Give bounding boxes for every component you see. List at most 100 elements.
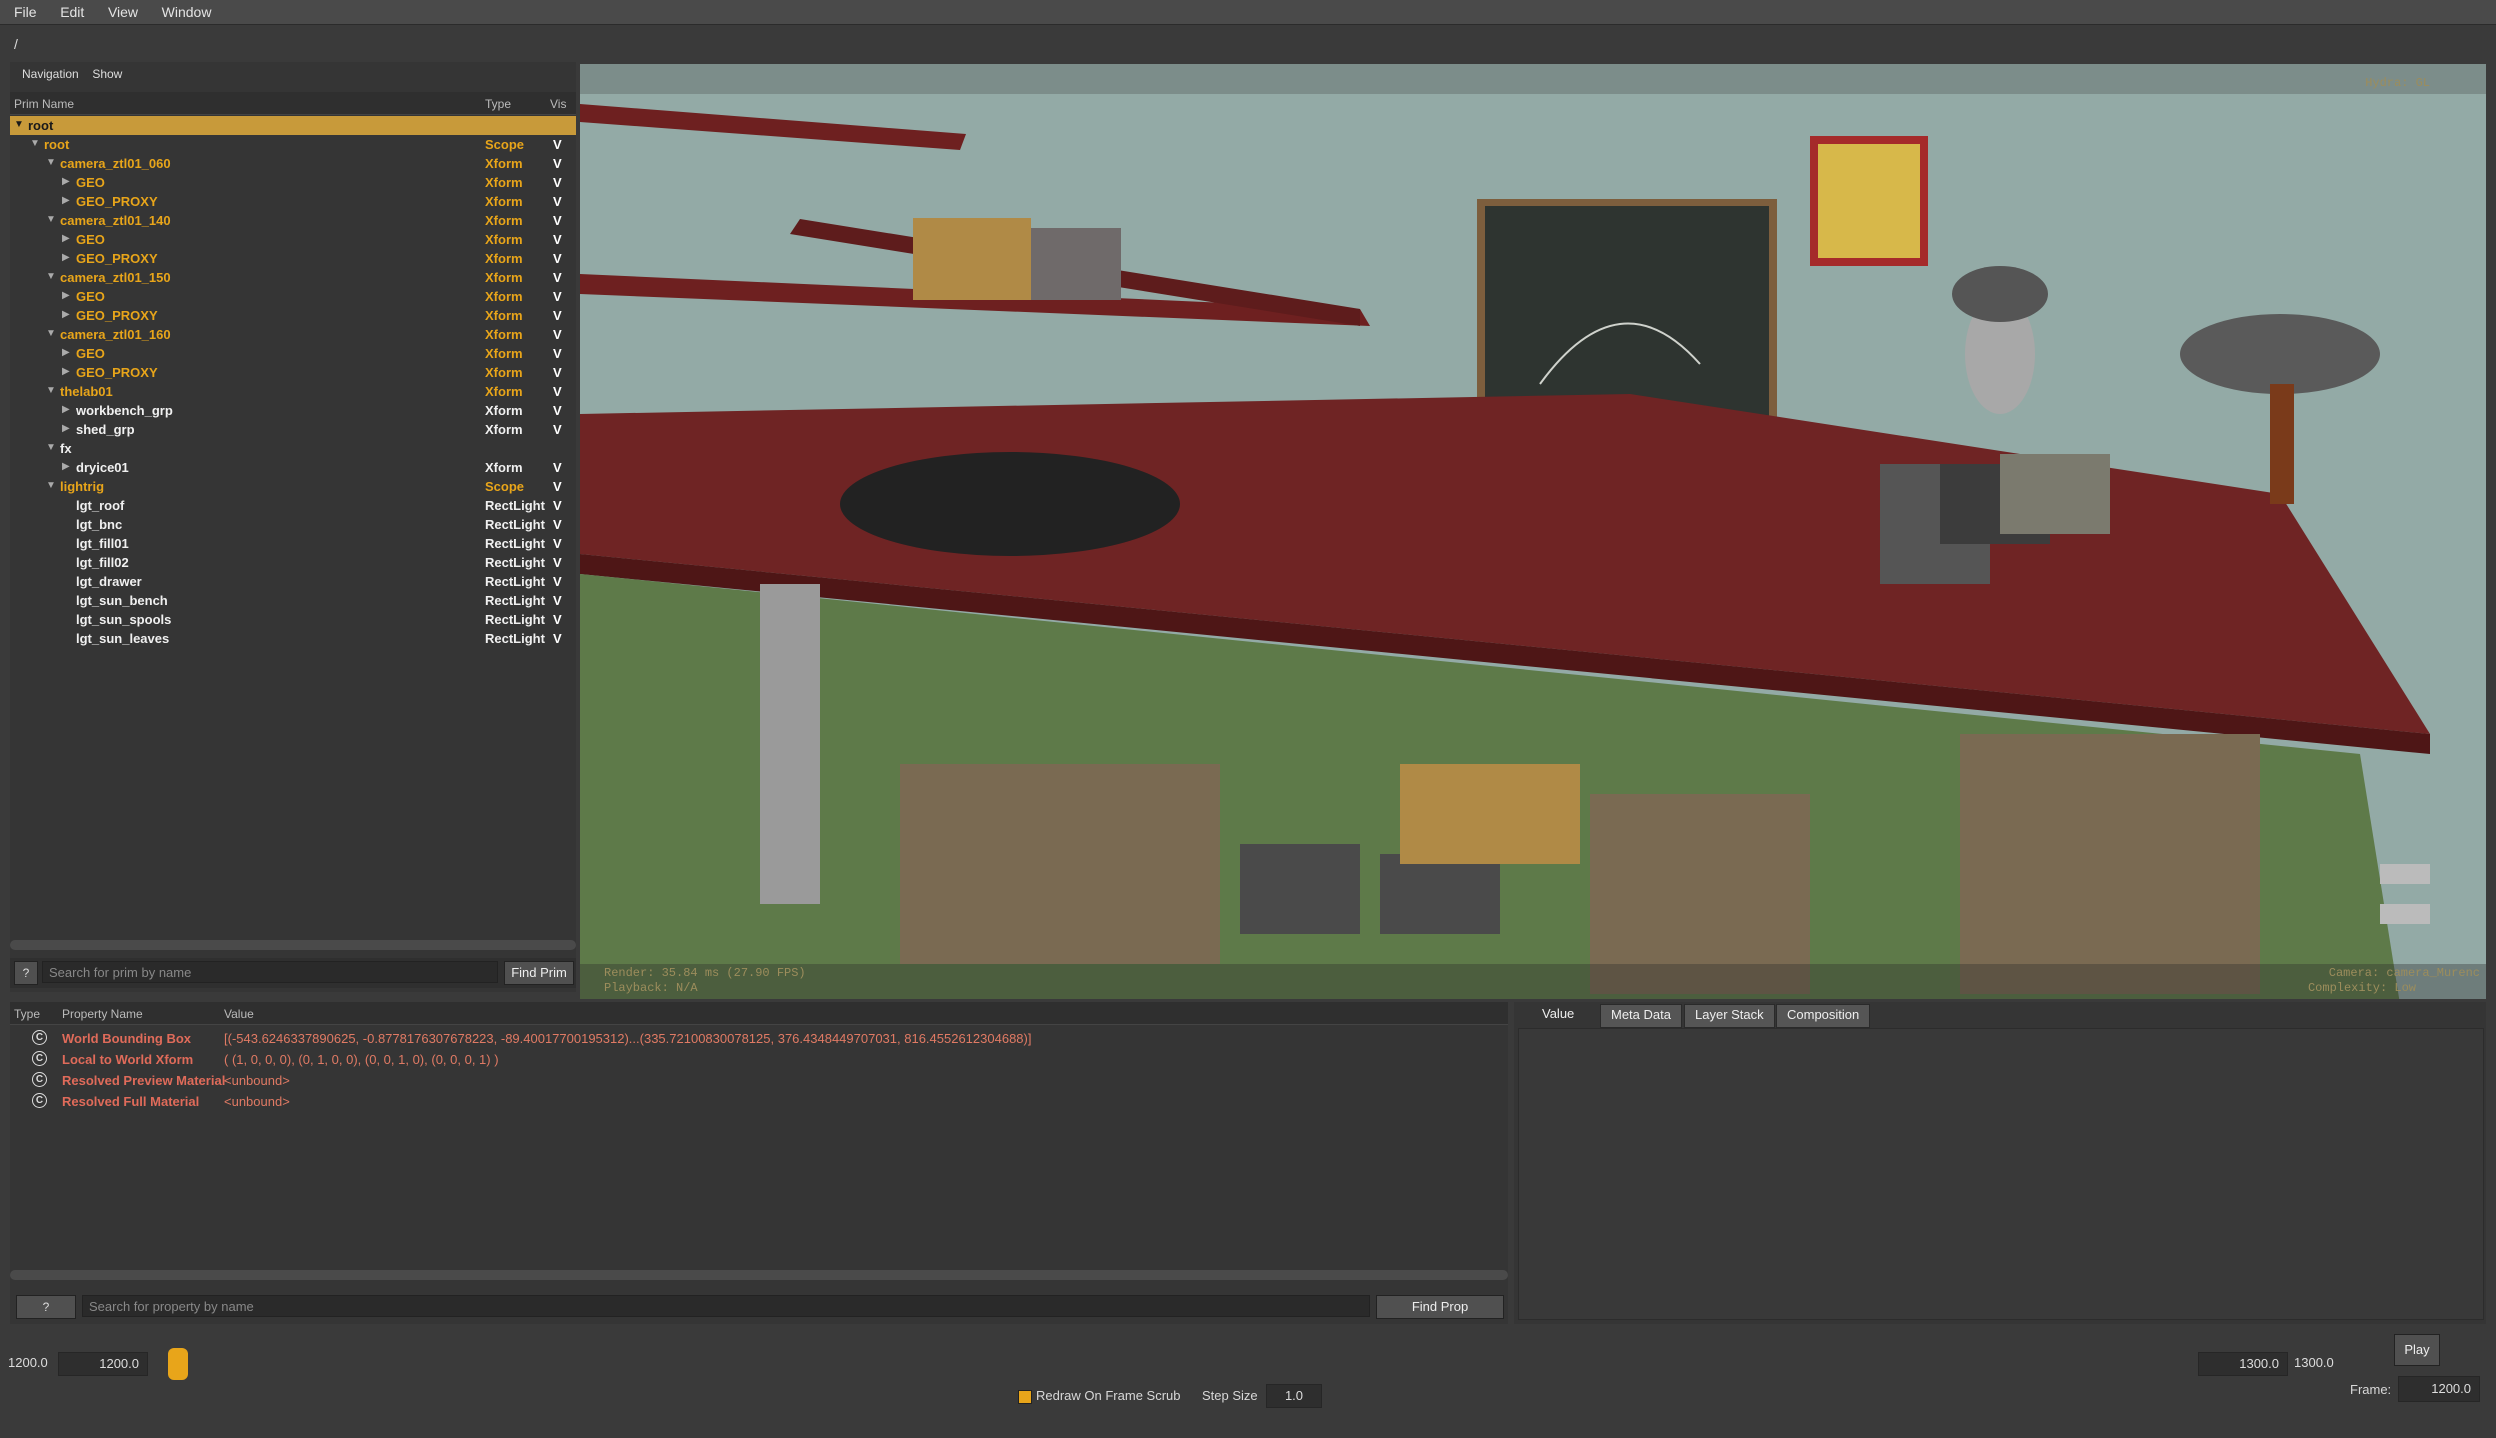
tab-layer-stack[interactable]: Layer Stack (1684, 1004, 1775, 1028)
prim-visibility[interactable]: V (553, 194, 562, 209)
expand-down-icon[interactable]: ▼ (46, 214, 56, 225)
tab-value[interactable]: Value (1532, 1004, 1584, 1026)
prim-row[interactable]: ▼ lightrig Scope V (10, 477, 576, 496)
col-prop-type[interactable]: Type (14, 1007, 40, 1021)
prop-help-button[interactable]: ? (16, 1295, 76, 1319)
expand-right-icon[interactable]: ▶ (62, 423, 70, 434)
expand-right-icon[interactable]: ▶ (62, 309, 70, 320)
prim-visibility[interactable]: V (553, 460, 562, 475)
find-prop-button[interactable]: Find Prop (1376, 1295, 1504, 1319)
prim-visibility[interactable]: V (553, 137, 562, 152)
prim-row[interactable]: ▶ GEO Xform V (10, 344, 576, 363)
tab-show[interactable]: Show (92, 67, 122, 81)
tab-meta-data[interactable]: Meta Data (1600, 1004, 1682, 1028)
prim-row[interactable]: ▶ GEO_PROXY Xform V (10, 363, 576, 382)
property-row[interactable]: C Resolved Full Material <unbound> (10, 1091, 1508, 1111)
prim-row[interactable]: ▼ camera_ztl01_150 Xform V (10, 268, 576, 287)
prim-visibility[interactable]: V (553, 574, 562, 589)
menu-file[interactable]: File (14, 0, 37, 20)
expand-right-icon[interactable]: ▶ (62, 176, 70, 187)
viewport[interactable]: Hydra: GL Render: 35.84 ms (27.90 FPS) P… (580, 64, 2486, 999)
prim-row[interactable]: ▶ GEO Xform V (10, 173, 576, 192)
prim-row[interactable]: lgt_sun_leaves RectLight V (10, 629, 576, 648)
prim-visibility[interactable]: V (553, 175, 562, 190)
prim-visibility[interactable]: V (553, 270, 562, 285)
frame-slider[interactable] (168, 1348, 2186, 1380)
prim-visibility[interactable]: V (553, 327, 562, 342)
expand-down-icon[interactable]: ▼ (14, 119, 24, 130)
expand-down-icon[interactable]: ▼ (46, 271, 56, 282)
property-scrollbar[interactable] (10, 1270, 1508, 1280)
prim-row[interactable]: ▼ fx (10, 439, 576, 458)
prim-visibility[interactable]: V (553, 422, 562, 437)
prim-visibility[interactable]: V (553, 498, 562, 513)
prop-search-input[interactable]: Search for property by name (82, 1295, 1370, 1317)
prim-visibility[interactable]: V (553, 232, 562, 247)
prim-row[interactable]: ▶ GEO_PROXY Xform V (10, 306, 576, 325)
expand-right-icon[interactable]: ▶ (62, 366, 70, 377)
expand-down-icon[interactable]: ▼ (46, 442, 56, 453)
frame-field[interactable]: 1200.0 (2398, 1376, 2480, 1402)
play-button[interactable]: Play (2394, 1334, 2440, 1366)
expand-right-icon[interactable]: ▶ (62, 233, 70, 244)
frame-slider-handle[interactable] (168, 1348, 188, 1380)
expand-right-icon[interactable]: ▶ (62, 252, 70, 263)
prim-visibility[interactable]: V (553, 536, 562, 551)
prim-row[interactable]: ▶ shed_grp Xform V (10, 420, 576, 439)
col-vis[interactable]: Vis (550, 97, 566, 111)
expand-right-icon[interactable]: ▶ (62, 290, 70, 301)
col-prim-name[interactable]: Prim Name (14, 97, 74, 111)
prim-visibility[interactable]: V (553, 346, 562, 361)
prim-row[interactable]: lgt_roof RectLight V (10, 496, 576, 515)
prim-row[interactable]: lgt_bnc RectLight V (10, 515, 576, 534)
prim-row[interactable]: ▶ GEO_PROXY Xform V (10, 249, 576, 268)
menu-window[interactable]: Window (162, 0, 212, 20)
prim-row[interactable]: ▶ GEO_PROXY Xform V (10, 192, 576, 211)
prim-row[interactable]: lgt_fill01 RectLight V (10, 534, 576, 553)
prim-row[interactable]: ▼ root Scope V (10, 135, 576, 154)
expand-down-icon[interactable]: ▼ (46, 480, 56, 491)
prim-row[interactable]: lgt_sun_spools RectLight V (10, 610, 576, 629)
expand-down-icon[interactable]: ▼ (46, 157, 56, 168)
prim-visibility[interactable]: V (553, 289, 562, 304)
col-type[interactable]: Type (485, 97, 511, 111)
property-row[interactable]: C World Bounding Box [(-543.6246337890625,… (10, 1028, 1508, 1048)
prim-visibility[interactable]: V (553, 384, 562, 399)
property-row[interactable]: C Local to World Xform ( (1, 0, 0, 0), (0,… (10, 1049, 1508, 1069)
prim-scrollbar[interactable] (10, 940, 576, 950)
prim-row[interactable]: lgt_drawer RectLight V (10, 572, 576, 591)
range-end-field[interactable]: 1300.0 (2198, 1352, 2288, 1376)
range-start-field[interactable]: 1200.0 (58, 1352, 148, 1376)
prim-visibility[interactable]: V (553, 213, 562, 228)
expand-down-icon[interactable]: ▼ (30, 138, 40, 149)
prim-visibility[interactable]: V (553, 308, 562, 323)
current-path[interactable]: / (14, 36, 18, 52)
expand-right-icon[interactable]: ▶ (62, 195, 70, 206)
prim-row[interactable]: ▶ workbench_grp Xform V (10, 401, 576, 420)
expand-down-icon[interactable]: ▼ (46, 385, 56, 396)
menu-edit[interactable]: Edit (60, 0, 84, 20)
prim-visibility[interactable]: V (553, 555, 562, 570)
prim-visibility[interactable]: V (553, 251, 562, 266)
prim-row[interactable]: lgt_fill02 RectLight V (10, 553, 576, 572)
menu-view[interactable]: View (108, 0, 138, 20)
col-prop-value[interactable]: Value (224, 1007, 254, 1021)
prim-row[interactable]: ▼ root (10, 116, 576, 135)
prim-row[interactable]: ▼ camera_ztl01_160 Xform V (10, 325, 576, 344)
prim-visibility[interactable]: V (553, 365, 562, 380)
prim-visibility[interactable]: V (553, 517, 562, 532)
expand-right-icon[interactable]: ▶ (62, 347, 70, 358)
prim-row[interactable]: ▶ dryice01 Xform V (10, 458, 576, 477)
expand-right-icon[interactable]: ▶ (62, 404, 70, 415)
tab-navigation[interactable]: Navigation (22, 67, 79, 81)
expand-right-icon[interactable]: ▶ (62, 461, 70, 472)
prim-visibility[interactable]: V (553, 593, 562, 608)
prim-help-button[interactable]: ? (14, 961, 38, 985)
find-prim-button[interactable]: Find Prim (504, 961, 574, 985)
property-row[interactable]: C Resolved Preview Material <unbound> (10, 1070, 1508, 1090)
prim-visibility[interactable]: V (553, 156, 562, 171)
prim-visibility[interactable]: V (553, 479, 562, 494)
col-prop-name[interactable]: Property Name (62, 1007, 143, 1021)
prim-row[interactable]: lgt_sun_bench RectLight V (10, 591, 576, 610)
prim-visibility[interactable]: V (553, 403, 562, 418)
